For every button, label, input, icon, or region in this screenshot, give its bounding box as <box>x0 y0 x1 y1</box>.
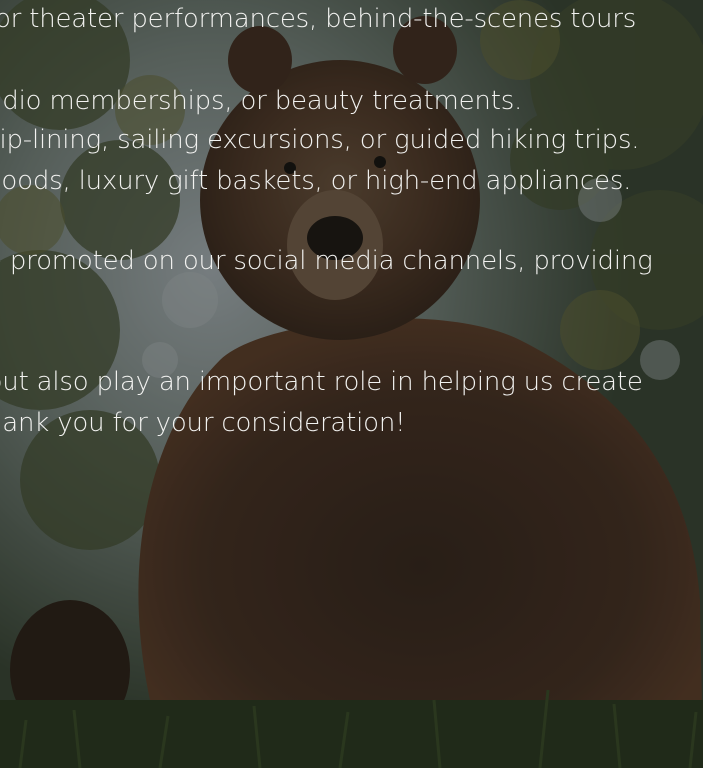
text-line: hank you for your consideration! <box>0 408 406 438</box>
page: for theater performances, behind-the-sce… <box>0 0 703 768</box>
text-line: udio memberships, or beauty treatments. <box>0 86 523 116</box>
body-text: for theater performances, behind-the-sce… <box>0 0 703 768</box>
text-line: for theater performances, behind-the-sce… <box>0 4 637 34</box>
text-line: zip-lining, sailing excursions, or guide… <box>0 125 640 155</box>
text-line: goods, luxury gift baskets, or high-end … <box>0 166 632 196</box>
text-line: e promoted on our social media channels,… <box>0 246 653 276</box>
text-line: but also play an important role in helpi… <box>0 367 643 397</box>
